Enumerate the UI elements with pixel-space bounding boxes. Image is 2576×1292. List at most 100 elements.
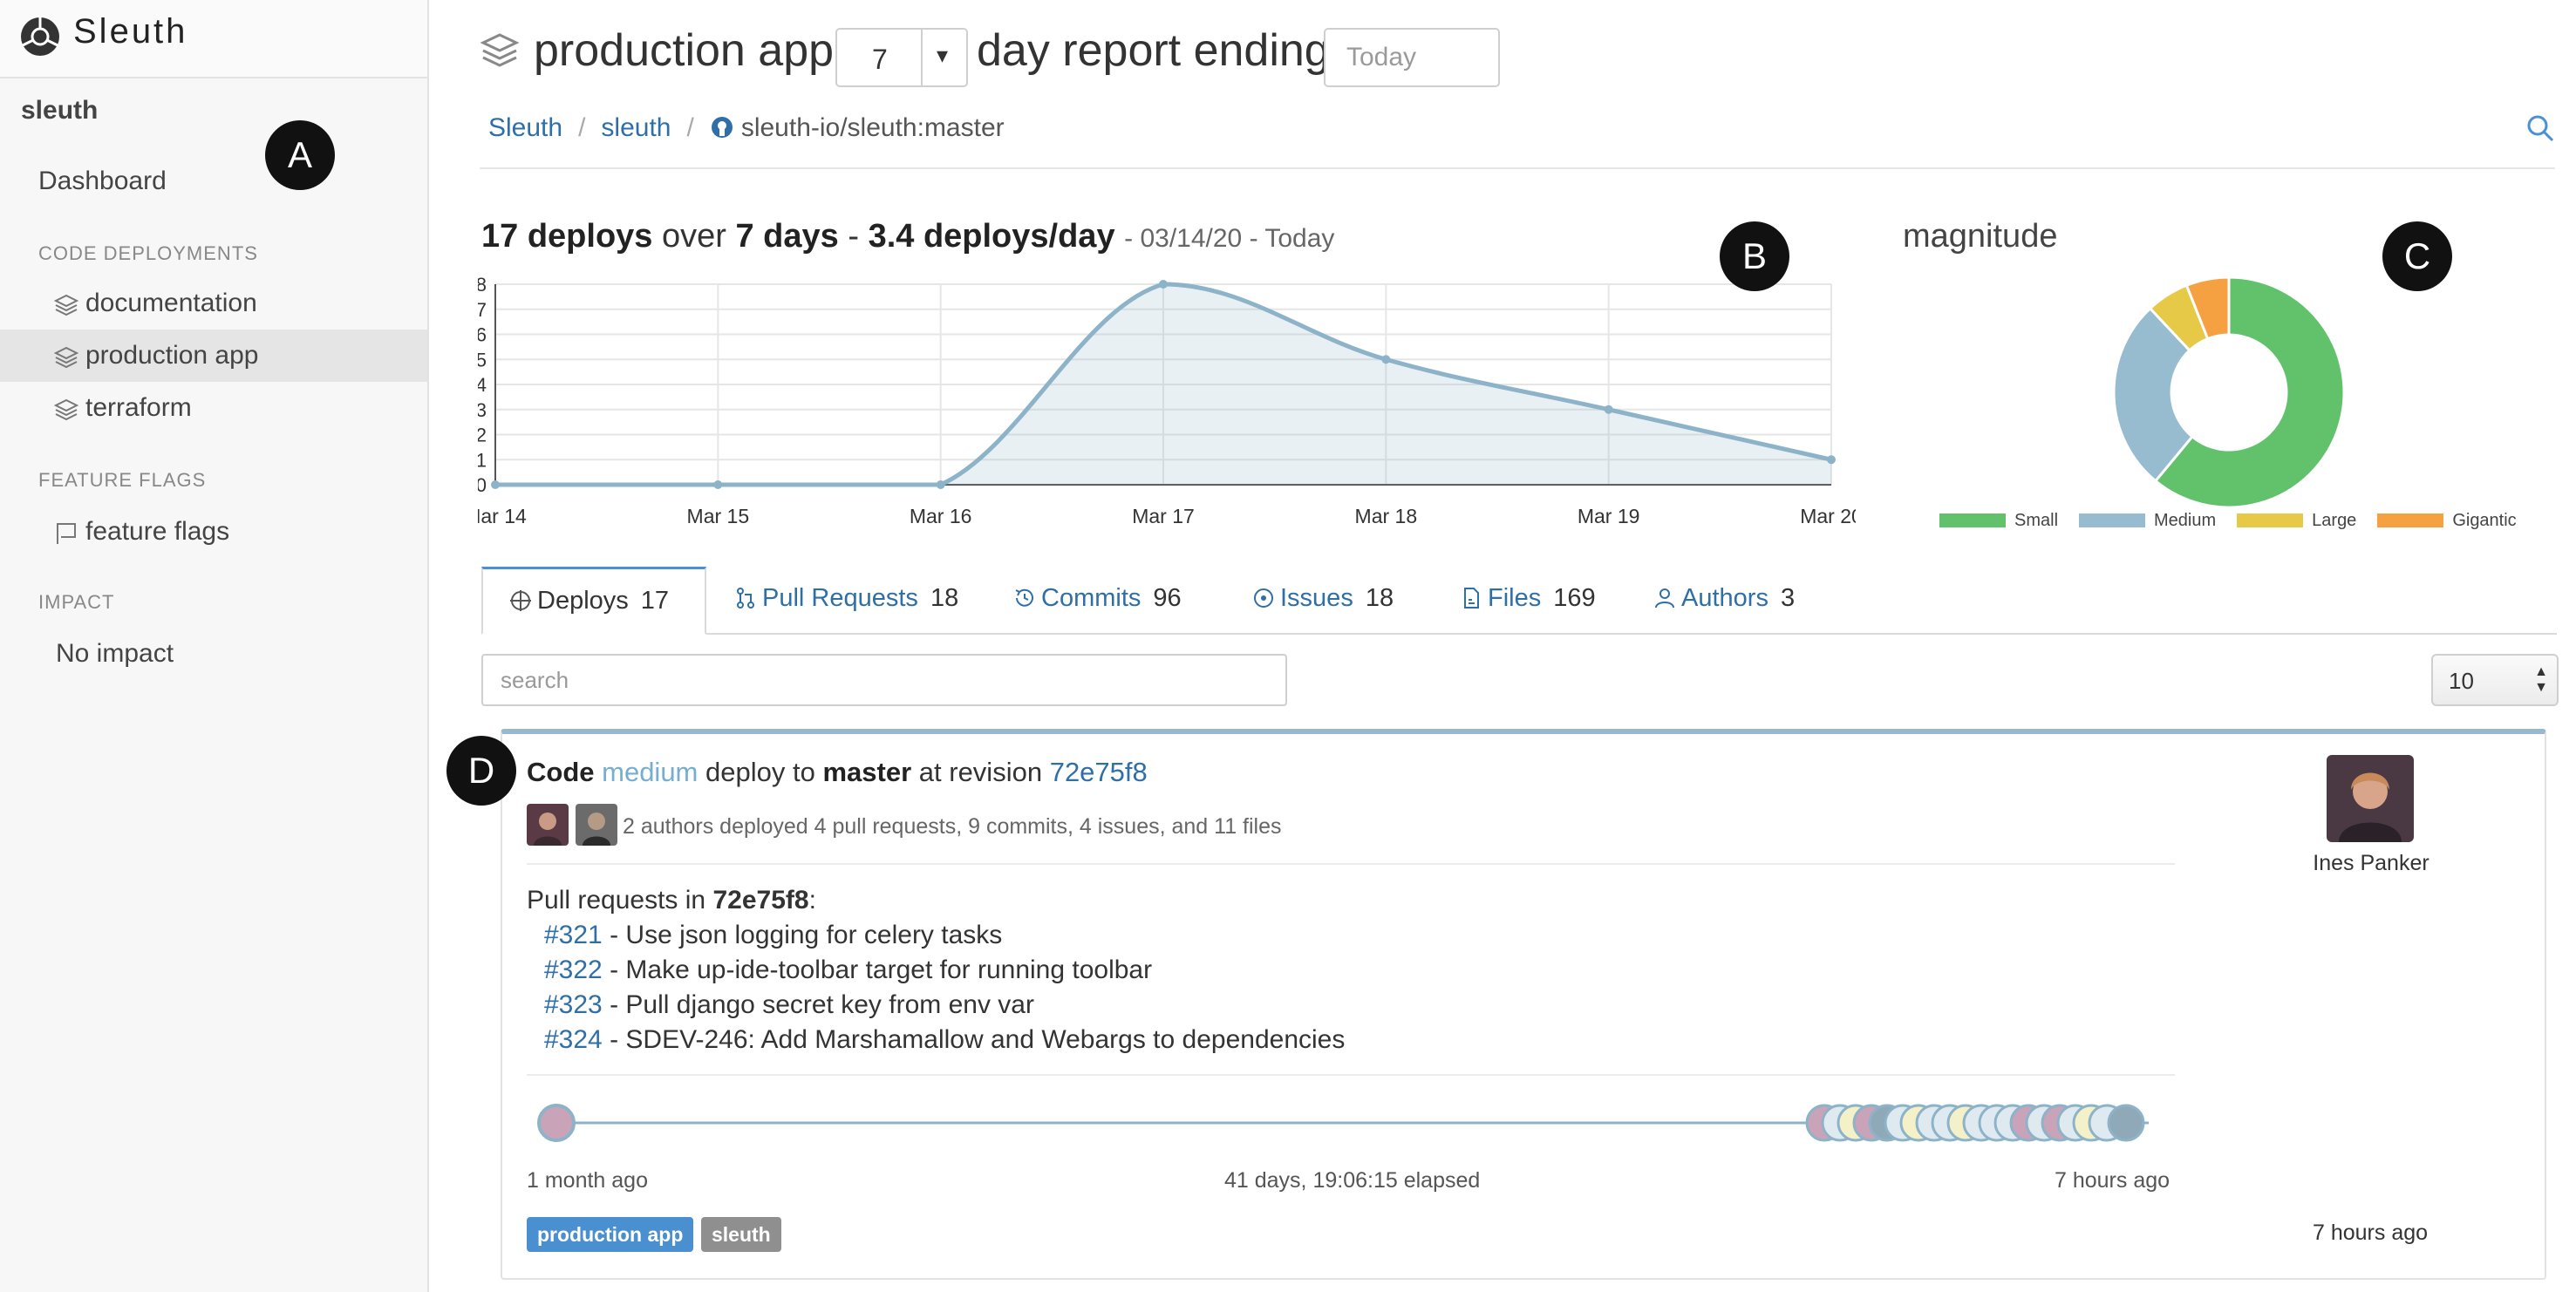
sidebar-item-label: Dashboard [38, 167, 167, 195]
sidebar-item-terraform[interactable]: terraform [0, 382, 427, 434]
deploy-code-label: Code [527, 757, 595, 787]
sidebar-item-feature-flags[interactable]: feature flags [0, 506, 427, 558]
deploy-branch: master [822, 757, 912, 787]
pr-title: - SDEV-246: Add Marshamallow and Webargs… [610, 1025, 1346, 1054]
stack-icon [54, 398, 78, 421]
report-date-input[interactable] [1324, 28, 1500, 87]
magnitude-legend: Small Medium Large Gigantic [1939, 511, 2538, 531]
section-code-deployments: CODE DEPLOYMENTS [38, 242, 258, 264]
card-divider [527, 863, 2175, 865]
data-point [936, 480, 945, 489]
x-tick-label: Mar 15 [687, 505, 750, 527]
section-impact: IMPACT [38, 591, 115, 613]
chevron-down-icon[interactable]: ▾ [937, 42, 948, 69]
data-point [713, 480, 723, 489]
tab-count: 96 [1153, 584, 1182, 612]
marker-c: C [2382, 221, 2452, 291]
x-tick-label: Mar 16 [910, 505, 972, 527]
days-select[interactable]: 7 ▾ [835, 28, 968, 87]
marker-d: D [446, 736, 516, 806]
legend-item: Gigantic [2377, 511, 2517, 531]
tab-label: Files [1488, 584, 1542, 612]
section-feature-flags: FEATURE FLAGS [38, 469, 207, 491]
legend-label: Small [2014, 511, 2059, 530]
tag-project[interactable]: production app [527, 1217, 694, 1252]
updown-arrows-icon: ▲ ▼ [2534, 664, 2548, 695]
brand-name: Sleuth [73, 12, 188, 51]
legend-swatch [1939, 513, 2006, 527]
x-tick-label: Mar 19 [1578, 505, 1640, 527]
tab-count: 18 [1365, 584, 1394, 612]
sidebar-item-documentation[interactable]: documentation [0, 277, 427, 330]
legend-item: Medium [2079, 511, 2216, 531]
x-tick-label: Mar 14 [478, 505, 527, 527]
sidebar-item-label: feature flags [85, 517, 230, 546]
tab-label: Authors [1681, 584, 1768, 612]
y-tick-label: 1 [478, 449, 487, 471]
deploy-summary: 17 deploys over 7 days - 3.4 deploys/day… [481, 218, 1334, 255]
brand-header[interactable]: Sleuth [0, 0, 427, 78]
tab-count: 3 [1780, 584, 1796, 612]
page-size-value: 10 [2449, 668, 2474, 694]
search-icon[interactable] [2525, 113, 2555, 143]
x-tick-label: Mar 20 [1800, 505, 1856, 527]
revision-link[interactable]: 72e75f8 [1050, 757, 1148, 787]
commit-timeline[interactable] [527, 1100, 2175, 1146]
summary-deploys: 17 deploys [481, 218, 653, 255]
page-size-select[interactable]: 10 ▲ ▼ [2431, 654, 2559, 706]
avatar[interactable] [576, 804, 617, 846]
timeline-elapsed: 41 days, 19:06:15 elapsed [1224, 1168, 1481, 1193]
data-point [491, 480, 500, 489]
legend-swatch [2237, 513, 2304, 527]
breadcrumb-project-link[interactable]: sleuth [601, 113, 671, 142]
timeline-commit[interactable] [537, 1104, 576, 1142]
pr-link[interactable]: #321 [544, 921, 603, 949]
sidebar-item-no-impact[interactable]: No impact [0, 628, 427, 680]
project-title: production app [534, 25, 835, 76]
tab-label: Pull Requests [762, 584, 918, 612]
legend-label: Medium [2154, 511, 2217, 530]
deploy-summary-text: 2 authors deployed 4 pull requests, 9 co… [623, 814, 1282, 839]
issue-icon [1254, 588, 1273, 608]
deploy-to-label: deploy to [705, 757, 815, 787]
tab-label: Commits [1041, 584, 1141, 612]
breadcrumb-repo[interactable]: sleuth-io/sleuth:master [741, 113, 1005, 142]
tab-label: Issues [1280, 584, 1353, 612]
data-point [1827, 455, 1836, 465]
search-input[interactable] [481, 654, 1287, 706]
tag-repo[interactable]: sleuth [701, 1217, 781, 1252]
pr-title: - Use json logging for celery tasks [610, 921, 1003, 949]
stack-icon [54, 346, 78, 369]
x-tick-label: Mar 18 [1355, 505, 1418, 527]
summary-rate: 3.4 deploys/day [868, 218, 1115, 255]
deploy-time: 7 hours ago [2313, 1221, 2429, 1245]
summary-over: over [661, 218, 726, 255]
pr-list-item: #322 - Make up-ide-toolbar target for ru… [544, 955, 1152, 985]
legend-label: Gigantic [2452, 511, 2517, 530]
summary-dash: - [848, 218, 859, 255]
deploy-at-revision-label: at revision [918, 757, 1043, 787]
pr-list-item: #324 - SDEV-246: Add Marshamallow and We… [544, 1025, 1345, 1055]
sidebar-item-dashboard[interactable]: Dashboard [0, 155, 427, 207]
pr-link[interactable]: #322 [544, 955, 603, 984]
pr-link[interactable]: #324 [544, 1025, 603, 1054]
author-avatar[interactable] [2327, 755, 2414, 842]
sidebar-item-label: terraform [85, 393, 192, 422]
marker-a: A [265, 120, 335, 190]
flag-icon [57, 523, 76, 544]
y-tick-label: 3 [478, 399, 487, 421]
y-tick-label: 5 [478, 349, 487, 371]
data-point [1604, 405, 1613, 414]
sidebar-item-label: documentation [85, 289, 257, 317]
deploy-magnitude: medium [602, 757, 699, 787]
avatar[interactable] [527, 804, 569, 846]
timeline-commit[interactable] [2107, 1104, 2145, 1142]
y-tick-label: 7 [478, 299, 487, 321]
marker-b: B [1720, 221, 1789, 291]
legend-swatch [2377, 513, 2444, 527]
sidebar-item-label: production app [85, 341, 259, 370]
tab-deploys[interactable]: Deploys 17 [481, 567, 706, 635]
sidebar-item-production-app[interactable]: production app [0, 330, 427, 382]
breadcrumb-org-link[interactable]: Sleuth [488, 113, 562, 142]
pr-link[interactable]: #323 [544, 990, 603, 1019]
